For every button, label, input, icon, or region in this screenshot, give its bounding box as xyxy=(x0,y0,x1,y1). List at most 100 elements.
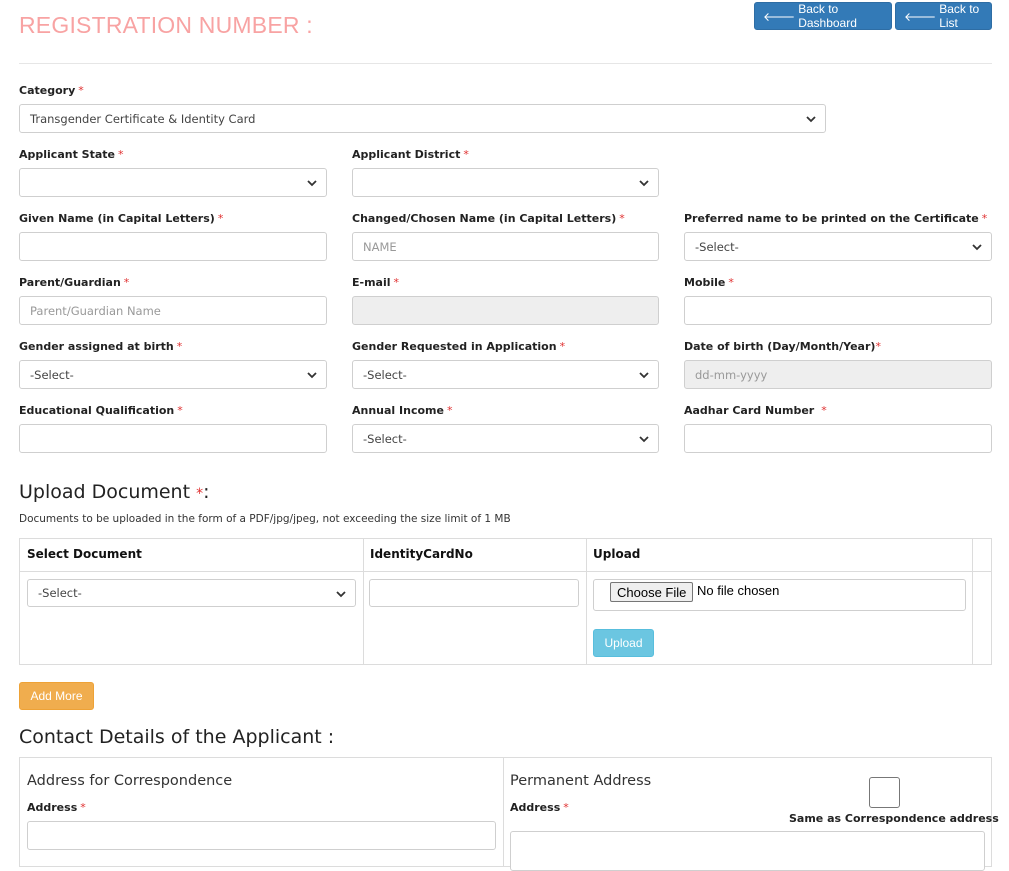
required-mark: * xyxy=(176,340,183,353)
correspondence-address-label: Address * xyxy=(27,801,86,814)
choose-file-button[interactable]: Choose File xyxy=(610,582,694,602)
same-as-correspondence-checkbox[interactable] xyxy=(869,777,900,808)
chevron-down-icon xyxy=(307,372,317,379)
required-mark: * xyxy=(821,404,827,417)
preferred-name-label-text: Preferred name to be printed on the Cert… xyxy=(684,212,979,225)
preferred-name-select[interactable]: -Select- xyxy=(684,232,992,261)
gender-birth-label: Gender assigned at birth * xyxy=(19,340,182,353)
dob-input[interactable]: dd-mm-yyyy xyxy=(684,360,992,389)
required-mark: * xyxy=(619,212,625,225)
column-header-upload: Upload xyxy=(593,547,641,561)
gender-requested-select[interactable]: -Select- xyxy=(352,360,659,389)
back-to-dashboard-label: Back to Dashboard xyxy=(798,2,857,30)
gender-requested-label-text: Gender Requested in Application xyxy=(352,340,557,353)
gender-birth-value: -Select- xyxy=(30,367,74,382)
upload-heading: Upload Document *: xyxy=(19,481,210,503)
parent-placeholder: Parent/Guardian Name xyxy=(30,303,161,318)
required-mark: * xyxy=(393,276,400,289)
mobile-input[interactable] xyxy=(684,296,992,325)
header-divider xyxy=(20,571,991,572)
parent-label-text: Parent/Guardian xyxy=(19,276,121,289)
required-mark: * xyxy=(80,801,86,814)
mobile-label-text: Mobile xyxy=(684,276,726,289)
chosen-name-input[interactable]: NAME xyxy=(352,232,659,261)
aadhar-input[interactable] xyxy=(684,424,992,453)
divider xyxy=(19,63,992,64)
category-label-text: Category xyxy=(19,84,76,97)
gender-birth-select[interactable]: -Select- xyxy=(19,360,327,389)
given-name-input[interactable] xyxy=(19,232,327,261)
correspondence-address-input[interactable] xyxy=(27,821,496,850)
dob-label-text: Date of birth (Day/Month/Year) xyxy=(684,340,876,353)
same-as-correspondence-label: Same as Correspondence address xyxy=(789,812,999,825)
gender-requested-label: Gender Requested in Application * xyxy=(352,340,565,353)
column-divider xyxy=(972,539,973,664)
identity-card-no-input[interactable] xyxy=(369,579,579,607)
column-header-identity-card-no: IdentityCardNo xyxy=(370,547,473,561)
chevron-down-icon xyxy=(336,591,346,598)
chosen-name-placeholder: NAME xyxy=(363,239,397,254)
category-value: Transgender Certificate & Identity Card xyxy=(30,111,256,126)
file-input[interactable]: Choose File No file chosen xyxy=(593,579,966,611)
dob-placeholder: dd-mm-yyyy xyxy=(695,367,768,382)
income-label: Annual Income * xyxy=(352,404,452,417)
category-label: Category * xyxy=(19,84,84,97)
aadhar-label-text: Aadhar Card Number xyxy=(684,404,815,417)
state-select[interactable] xyxy=(19,168,327,197)
email-label-text: E-mail xyxy=(352,276,391,289)
district-label: Applicant District * xyxy=(352,148,469,161)
district-select[interactable] xyxy=(352,168,659,197)
column-divider xyxy=(586,539,587,664)
chosen-name-label: Changed/Chosen Name (in Capital Letters)… xyxy=(352,212,625,225)
file-status: No file chosen xyxy=(697,583,780,598)
education-input[interactable] xyxy=(19,424,327,453)
upload-note: Documents to be uploaded in the form of … xyxy=(19,513,511,525)
chevron-down-icon xyxy=(639,372,649,379)
document-type-select[interactable]: -Select- xyxy=(27,579,356,607)
required-mark: * xyxy=(78,84,84,97)
state-label: Applicant State * xyxy=(19,148,124,161)
chevron-down-icon xyxy=(639,180,649,187)
category-select[interactable]: Transgender Certificate & Identity Card xyxy=(19,104,826,133)
chevron-down-icon xyxy=(307,180,317,187)
permanent-address-input[interactable] xyxy=(510,831,985,871)
required-mark: * xyxy=(875,340,881,353)
required-mark: * xyxy=(118,148,124,161)
income-select[interactable]: -Select- xyxy=(352,424,659,453)
chosen-name-label-text: Changed/Chosen Name (in Capital Letters) xyxy=(352,212,617,225)
column-divider xyxy=(503,758,504,866)
column-header-select-document: Select Document xyxy=(27,547,142,561)
upload-heading-colon: : xyxy=(203,481,210,503)
arrow-left-icon: 🡐 xyxy=(904,9,937,24)
contact-heading: Contact Details of the Applicant : xyxy=(19,726,335,748)
chevron-down-icon xyxy=(639,436,649,443)
income-value: -Select- xyxy=(363,431,407,446)
arrow-left-icon: 🡐 xyxy=(763,9,796,24)
required-mark: * xyxy=(446,404,453,417)
preferred-name-label: Preferred name to be printed on the Cert… xyxy=(684,212,987,225)
required-mark: * xyxy=(559,340,566,353)
state-label-text: Applicant State xyxy=(19,148,115,161)
permanent-address-label-text: Address xyxy=(510,801,561,814)
correspondence-title: Address for Correspondence xyxy=(27,773,233,789)
dob-label: Date of birth (Day/Month/Year)* xyxy=(684,340,881,353)
required-mark: * xyxy=(563,801,569,814)
upload-heading-text: Upload Document xyxy=(19,481,191,503)
document-type-value: -Select- xyxy=(38,586,82,600)
back-to-dashboard-button[interactable]: 🡐 Back to Dashboard xyxy=(754,2,892,30)
back-to-list-button[interactable]: 🡐 Back to List xyxy=(895,2,992,30)
upload-button[interactable]: Upload xyxy=(593,629,654,657)
correspondence-address-label-text: Address xyxy=(27,801,78,814)
email-label: E-mail * xyxy=(352,276,399,289)
parent-input[interactable]: Parent/Guardian Name xyxy=(19,296,327,325)
email-input[interactable] xyxy=(352,296,659,325)
income-label-text: Annual Income xyxy=(352,404,444,417)
aadhar-label: Aadhar Card Number * xyxy=(684,404,827,417)
gender-birth-label-text: Gender assigned at birth xyxy=(19,340,174,353)
gender-requested-value: -Select- xyxy=(363,367,407,382)
add-more-button[interactable]: Add More xyxy=(19,682,94,710)
document-table: Select Document IdentityCardNo Upload -S… xyxy=(19,538,992,665)
mobile-label: Mobile * xyxy=(684,276,734,289)
column-divider xyxy=(363,539,364,664)
education-label: Educational Qualification * xyxy=(19,404,183,417)
